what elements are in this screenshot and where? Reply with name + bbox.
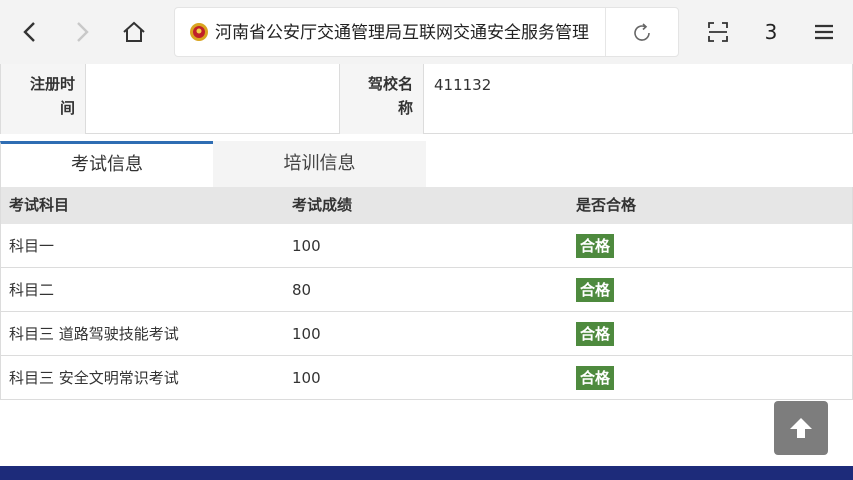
school-name-label: 驾校名称 (340, 64, 424, 134)
scan-icon[interactable] (700, 14, 736, 50)
table-row: 科目二 80 合格 (1, 268, 852, 312)
score-cell: 100 (292, 369, 321, 387)
header-subject: 考试科目 (9, 196, 70, 214)
pass-badge: 合格 (576, 366, 615, 390)
menu-icon[interactable] (806, 14, 842, 50)
reg-time-value (86, 64, 340, 134)
tab-training-info[interactable]: 培训信息 (213, 141, 426, 187)
footer-band (0, 466, 853, 480)
arrow-up-icon (790, 418, 812, 438)
pass-badge: 合格 (576, 322, 615, 346)
tab-exam-info[interactable]: 考试信息 (0, 141, 213, 187)
back-icon[interactable] (12, 14, 48, 50)
table-row: 科目一 100 合格 (1, 224, 852, 268)
exam-results-table: 考试科目 考试成绩 是否合格 科目一 100 合格 科目二 80 合格 科目三 … (0, 187, 853, 400)
browser-toolbar: 河南省公安厅交通管理局互联网交通安全服务管理 3 (0, 0, 853, 64)
header-score: 考试成绩 (292, 196, 353, 214)
score-cell: 100 (292, 237, 321, 255)
reload-icon[interactable] (631, 22, 653, 44)
page-title-in-address-bar: 河南省公安厅交通管理局互联网交通安全服务管理 (215, 23, 589, 43)
address-bar-divider (605, 8, 606, 56)
pass-badge: 合格 (576, 278, 615, 302)
table-header: 考试科目 考试成绩 是否合格 (1, 187, 852, 224)
score-cell: 100 (292, 325, 321, 343)
subject-cell: 科目三 安全文明常识考试 (9, 369, 179, 387)
tab-count[interactable]: 3 (756, 18, 786, 46)
back-to-top-button[interactable] (774, 401, 828, 455)
subject-cell: 科目三 道路驾驶技能考试 (9, 325, 179, 343)
student-info-row: 注册时间 驾校名称 411132 (0, 64, 853, 134)
subject-cell: 科目一 (9, 237, 55, 255)
police-badge-icon (189, 22, 209, 42)
pass-badge: 合格 (576, 234, 615, 258)
reg-time-label: 注册时间 (0, 64, 86, 134)
table-row: 科目三 安全文明常识考试 100 合格 (1, 356, 852, 400)
score-cell: 80 (292, 281, 312, 299)
address-bar[interactable]: 河南省公安厅交通管理局互联网交通安全服务管理 (174, 7, 679, 57)
forward-icon[interactable] (64, 14, 100, 50)
subject-cell: 科目二 (9, 281, 55, 299)
table-row: 科目三 道路驾驶技能考试 100 合格 (1, 312, 852, 356)
school-name-value: 411132 (424, 64, 853, 134)
header-pass: 是否合格 (576, 196, 637, 214)
home-icon[interactable] (116, 14, 152, 50)
